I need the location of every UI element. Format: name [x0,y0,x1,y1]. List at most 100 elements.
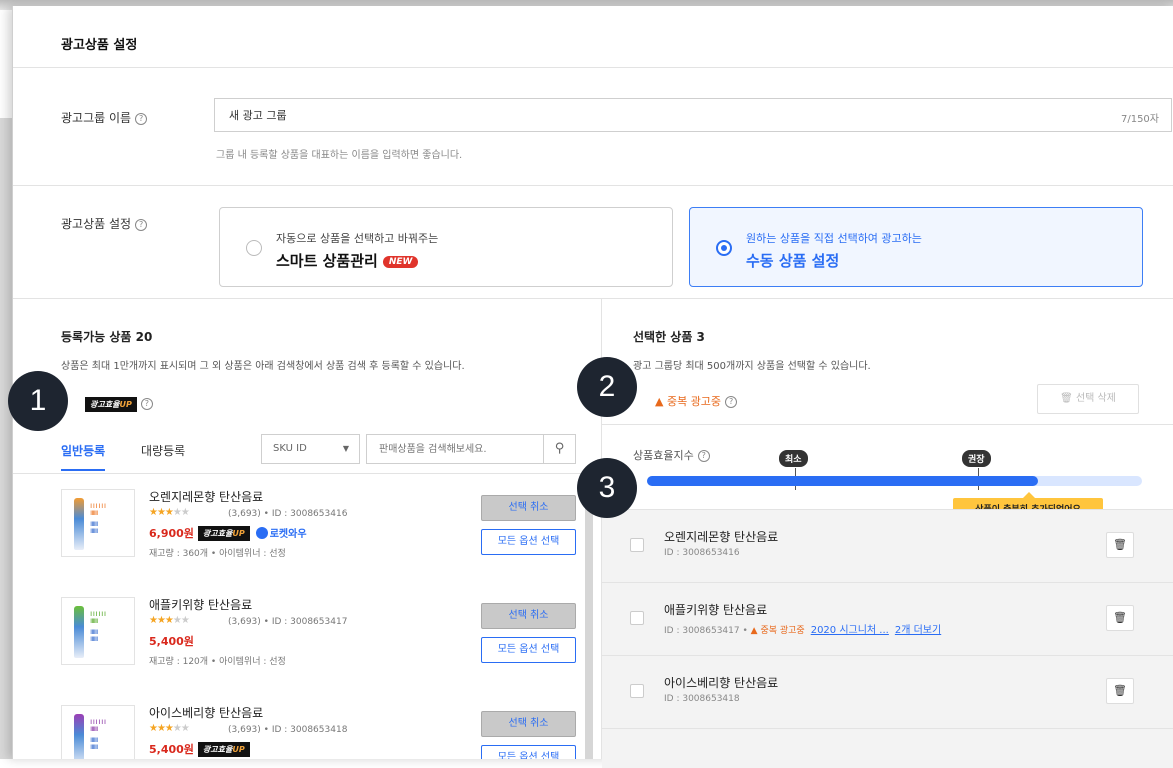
rocket-text: 로켓와우 [269,529,307,540]
product-name: 애플키위향 탄산음료 [149,598,253,612]
rating-stars: ★★★★★ [149,615,190,626]
page-title: 광고상품 설정 [61,38,138,53]
list-item: ı ı ı ı ı ı ıııııı ıııııı ıııııı 아이스베리향 탄산… [13,691,585,759]
product-price: 5,400원 [149,635,194,648]
help-icon[interactable]: ? [135,219,148,231]
price-row: 5,400원 광고효율UP [149,741,250,757]
search-icon[interactable]: ⚲ [543,435,575,463]
more-link[interactable]: 2개 더보기 [895,625,941,636]
efficiency-index-text: 상품효율지수 [633,449,694,462]
stock-info: 재고량 : 360개 • 아이템위너 : 선정 [149,549,286,559]
badge-text: 광고효율 [202,529,233,538]
efficiency-badge-row: 광고효율UP? [85,392,153,412]
help-icon[interactable]: ? [140,398,153,410]
group-name-field[interactable]: 7/150자 [214,98,1172,132]
badge-up-text: UP [119,400,132,409]
smart-product-option[interactable]: 자동으로 상품을 선택하고 바꿔주는 스마트 상품관리 NEW [219,207,673,287]
callout-3: 3 [577,458,637,518]
bottle-row-image: ıııııı ıııııı [90,627,98,643]
new-badge: NEW [382,256,419,268]
item-checkbox[interactable] [630,611,644,625]
trash-icon[interactable]: 🗑 [1106,605,1134,631]
product-name: 아이스베리향 탄산음료 [149,706,264,720]
duplicate-ad-text: ▲ 중복 광고중 [655,395,722,408]
efficiency-index-label: 상품효율지수? [633,447,710,463]
radio-button-selected[interactable] [716,240,732,256]
item-checkbox[interactable] [630,684,644,698]
product-name: 오렌지레몬향 탄산음료 [149,490,264,504]
selected-products-desc: 광고 그룹당 최대 500개까지 상품을 선택할 수 있습니다. [633,361,871,372]
help-icon[interactable]: ? [697,450,710,462]
list-item: 애플키위향 탄산음료 ID : 3008653417 • ▲ 중복 광고중 202… [602,582,1173,655]
stock-info: 재고량 : 120개 • 아이템위너 : 선정 [149,657,286,667]
delete-selected-button[interactable]: 🗑 선택 삭제 [1037,384,1139,414]
ad-efficiency-up-badge: 광고효율UP [197,526,250,541]
selected-product-id: ID : 3008653416 [664,548,740,558]
help-icon[interactable]: ? [725,396,738,408]
option-title: 스마트 상품관리 NEW [276,250,419,271]
efficiency-progress-bar [647,476,1142,486]
item-checkbox[interactable] [630,538,644,552]
trash-icon: 🗑 [1060,393,1073,404]
selected-products-title: 선택한 상품 3 [633,330,705,344]
tab-general-registration[interactable]: 일반등록 [61,442,106,471]
product-thumbnail: ı ı ı ı ı ı ıııııı ıııııı ıııııı [61,705,135,759]
list-item: 아이스베리향 탄산음료 ID : 3008653418 🗑 [602,655,1173,728]
help-icon[interactable]: ? [135,113,148,125]
selected-product-list: 오렌지레몬향 탄산음료 ID : 3008653416 🗑 애플키위향 탄산음료… [602,509,1173,768]
option-description: 자동으로 상품을 선택하고 바꿔주는 [276,232,439,245]
product-search-input[interactable] [367,435,537,463]
bottle-image [74,606,84,658]
rating-stars: ★★★★★ [149,507,190,518]
scrollbar[interactable] [585,475,593,759]
caret-down-icon: ▼ [342,444,349,453]
badge-text: 광고효율 [202,745,233,754]
deselect-button[interactable]: 선택 취소 [481,711,576,737]
deselect-button[interactable]: 선택 취소 [481,603,576,629]
select-all-options-button[interactable]: 모든 옵션 선택 [481,745,576,759]
product-thumbnail: ı ı ı ı ı ı ıııııı ıııııı ıııııı [61,597,135,665]
ad-efficiency-up-badge: 광고효율UP [197,742,250,757]
efficiency-progress-fill [647,476,1039,486]
selected-product-name: 애플키위향 탄산음료 [664,603,768,617]
selected-product-name: 오렌지레몬향 탄산음료 [664,530,779,544]
price-row: 6,900원 광고효율UP 로켓와우 [149,525,307,541]
deselect-button[interactable]: 선택 취소 [481,495,576,521]
tab-bulk-registration[interactable]: 대량등록 [141,442,185,459]
group-name-hint: 그룹 내 등록할 상품을 대표하는 이름을 입력하면 좋습니다. [216,150,463,161]
product-setting-label-text: 광고상품 설정 [61,217,132,231]
bottle-row-image: ı ı ı ı ı ı ıııııı [90,609,106,625]
list-item: 오렌지레몬향 탄산음료 ID : 3008653416 🗑 [602,509,1173,582]
trash-icon[interactable]: 🗑 [1106,532,1134,558]
select-all-options-button[interactable]: 모든 옵션 선택 [481,529,576,555]
bottle-image [74,714,84,759]
group-name-label-text: 광고그룹 이름 [61,111,132,125]
available-product-list: ı ı ı ı ı ı ıııııı ıııııı ıııııı 오렌지레몬향 탄산… [13,475,601,759]
trash-icon[interactable]: 🗑 [1106,678,1134,704]
rating-stars: ★★★★★ [149,723,190,734]
campaign-link[interactable]: 2020 시그니처 ... [811,625,889,636]
product-search-field[interactable]: ⚲ [366,434,576,464]
product-setting-label: 광고상품 설정? [61,215,148,232]
minimum-marker: 최소 [779,450,808,467]
list-item: ı ı ı ı ı ı ıııııı ıııııı ıııııı 오렌지레몬향 탄산… [13,475,585,583]
rocket-wow-badge: 로켓와우 [255,525,307,540]
option-description: 원하는 상품을 직접 선택하여 광고하는 [746,232,922,245]
manual-product-option[interactable]: 원하는 상품을 직접 선택하여 광고하는 수동 상품 설정 [689,207,1143,287]
badge-up-text: UP [232,529,245,538]
registration-tabs: 일반등록 대량등록 SKU ID ▼ ⚲ [13,424,601,474]
select-all-options-button[interactable]: 모든 옵션 선택 [481,637,576,663]
sku-id-select[interactable]: SKU ID ▼ [261,434,360,464]
list-item: ı ı ı ı ı ı ıııııı ıııııı ıııııı 애플키위향 탄산음… [13,583,585,691]
list-item [602,728,1173,768]
badge-text: 광고효율 [90,400,120,409]
duplicate-ad-warning: ▲ 중복 광고중 [750,626,805,636]
bottle-row-image: ıııııı ıııııı [90,519,98,535]
divider [13,185,1173,186]
sku-select-value: SKU ID [273,443,307,454]
group-name-input[interactable] [215,99,1075,131]
badge-up-text: UP [232,745,245,754]
radio-button[interactable] [246,240,262,256]
char-count: 7/150자 [1120,114,1159,125]
callout-1: 1 [8,371,68,431]
